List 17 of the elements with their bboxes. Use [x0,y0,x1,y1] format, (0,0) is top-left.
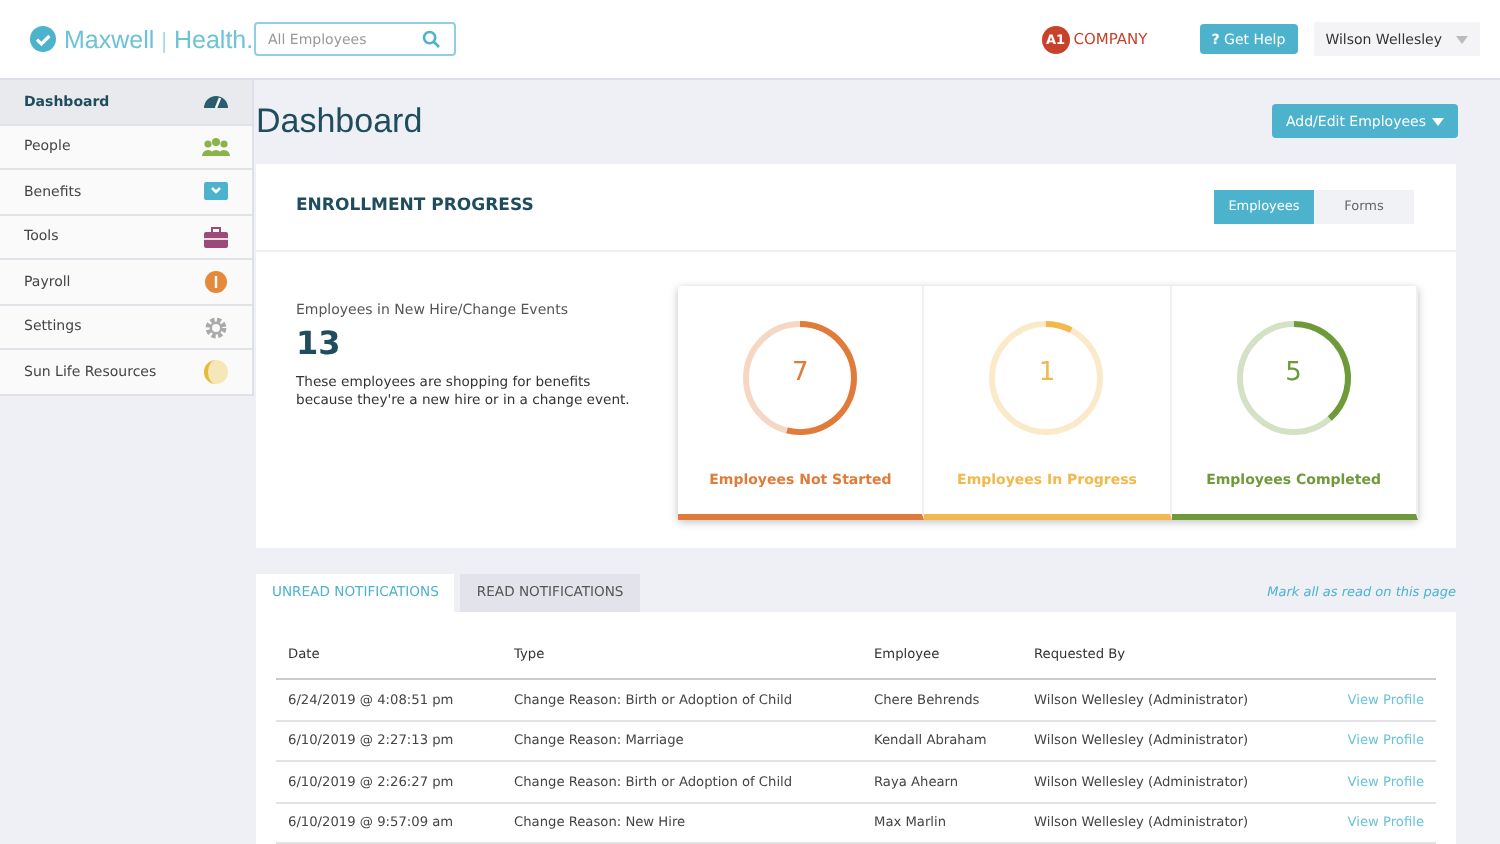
employee-count: 13 [296,323,343,361]
caret-icon [1456,35,1468,43]
moon-icon [202,358,230,385]
search-icon [422,30,440,48]
caret-icon [1432,117,1444,126]
coin-icon [202,268,230,295]
stat-value: 1 [1036,357,1058,387]
toolbox-icon [202,223,230,250]
stat-value: 5 [1283,357,1304,387]
shield-check-icon [30,26,56,52]
page-title: Dashboard [256,101,423,142]
people-icon [202,133,230,160]
card-icon [202,178,230,205]
settings-icon [202,313,230,340]
section-title: ENROLLMENT PROGRESS [296,196,534,216]
stat-value: 7 [790,357,811,387]
logo: Maxwell | Health. [64,25,254,53]
